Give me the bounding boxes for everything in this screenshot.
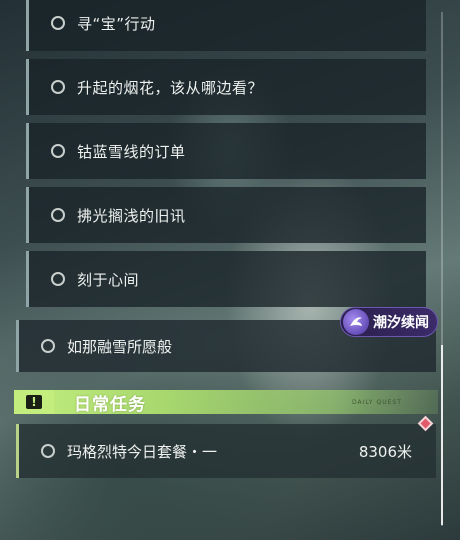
quest-radio-icon — [51, 16, 65, 30]
quest-radio-icon — [51, 144, 65, 158]
quest-radio-icon — [41, 339, 55, 353]
quest-radio-icon — [41, 444, 55, 458]
tide-emblem-icon — [343, 309, 369, 335]
alert-symbol: ! — [26, 395, 42, 409]
quest-item-old-news[interactable]: 拂光搁浅的旧讯 — [26, 187, 426, 243]
quest-item-cobalt-order[interactable]: 钴蓝雪线的订单 — [26, 123, 426, 179]
quest-label: 升起的烟花，该从哪边看？ — [77, 78, 264, 97]
quest-item-engraved[interactable]: 刻于心间 — [26, 251, 426, 307]
daily-quest-item[interactable]: 玛格烈特今日套餐・一 8306米 — [16, 424, 436, 478]
scrollbar-thumb[interactable] — [441, 345, 443, 525]
quest-radio-icon — [51, 272, 65, 286]
quest-item-fireworks[interactable]: 升起的烟花，该从哪边看？ — [26, 59, 426, 115]
event-tag-label: 潮汐续闻 — [373, 315, 429, 331]
quest-radio-icon — [51, 208, 65, 222]
quest-label: 钴蓝雪线的订单 — [77, 142, 186, 161]
daily-quest-label: 玛格烈特今日套餐・一 — [67, 442, 218, 461]
quest-label: 寻“宝”行动 — [77, 14, 156, 33]
alert-icon: ! — [14, 390, 54, 414]
quest-label: 拂光搁浅的旧讯 — [77, 206, 186, 225]
quest-radio-icon — [51, 80, 65, 94]
main-quest-label: 如那融雪所愿般 — [67, 337, 173, 356]
daily-header-label: 日常任务 — [74, 394, 146, 415]
quest-item-treasure-hunt[interactable]: 寻“宝”行动 — [26, 0, 426, 51]
daily-quests-header[interactable]: ! 日常任务 DAILY QUEST — [14, 390, 438, 415]
daily-header-subtext: DAILY QUEST — [352, 399, 402, 406]
daily-quest-distance: 8306米 — [358, 442, 412, 461]
event-tag-badge[interactable]: 潮汐续闻 — [340, 307, 438, 337]
quest-label: 刻于心间 — [77, 270, 140, 289]
